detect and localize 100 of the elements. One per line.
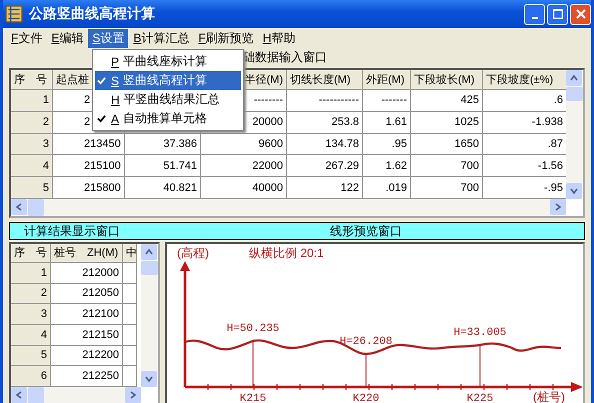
scrollbar-thumb[interactable]: [566, 87, 583, 101]
table-cell: 20000: [252, 116, 283, 128]
table-cell: 51.741: [163, 160, 197, 172]
table-cell: -1.938: [532, 116, 563, 128]
elevation-label: H=26.208: [340, 336, 392, 348]
minimize-icon: [532, 17, 538, 19]
table-cell: 2: [84, 94, 90, 106]
table-cell: 1.61: [386, 116, 407, 128]
horizontal-scrollbar[interactable]: [11, 199, 566, 216]
column-header: 序 号: [14, 72, 47, 87]
table-cell: 1.62: [386, 160, 407, 172]
menu-option[interactable]: H 平竖曲线结果汇总: [95, 90, 241, 109]
column-header: 下段坡长(M): [414, 72, 474, 87]
vertical-scrollbar[interactable]: [566, 70, 583, 199]
table-cell: 5: [40, 349, 47, 362]
table-cell: 37.386: [163, 138, 197, 150]
horizontal-scrollbar[interactable]: [11, 387, 141, 403]
table-cell: -------: [381, 94, 407, 106]
scroll-up-icon[interactable]: [141, 244, 157, 260]
leader-line: [252, 340, 254, 388]
table-cell: 212250: [82, 370, 119, 382]
panel-title: 线形预览窗口: [330, 222, 402, 240]
column-header: 外距(M): [366, 72, 404, 87]
table-cell: .95: [392, 138, 407, 150]
scroll-left-icon[interactable]: [11, 387, 27, 403]
station-label: K220: [352, 393, 380, 403]
table-cell: 212000: [82, 266, 119, 279]
column-header: 切线长度(M): [290, 72, 350, 87]
menu-item[interactable]: F刷新预览: [194, 28, 258, 48]
minimize-button[interactable]: [524, 4, 545, 24]
table-cell: 6: [40, 370, 47, 382]
vertical-scrollbar[interactable]: [141, 244, 158, 387]
column-header: 序 号: [14, 246, 47, 260]
table-cell: 700: [460, 160, 479, 172]
scroll-right-icon[interactable]: [125, 387, 141, 403]
table-cell: 40.821: [163, 182, 197, 194]
table-cell: 2: [42, 116, 49, 128]
column-header: 下段坡度(±%): [486, 72, 554, 87]
table-cell: 212150: [82, 328, 119, 341]
menu-item[interactable]: E编辑: [47, 28, 88, 48]
table-cell: 4: [40, 328, 47, 341]
table-cell: 2: [40, 287, 47, 300]
panel-title: 础数据输入窗口: [243, 48, 327, 66]
table-cell: 700: [460, 182, 479, 194]
table-cell: 267.29: [325, 160, 359, 172]
menu-item[interactable]: H帮助: [258, 28, 300, 48]
scrollbar-thumb[interactable]: [28, 387, 44, 403]
scroll-right-icon[interactable]: [550, 199, 566, 215]
scroll-down-icon[interactable]: [566, 183, 582, 199]
scroll-down-icon[interactable]: [141, 371, 157, 387]
scrollbar-thumb[interactable]: [28, 199, 44, 216]
table-cell: 212100: [82, 308, 119, 320]
table-cell: 215800: [84, 182, 121, 194]
scroll-up-icon[interactable]: [566, 70, 582, 86]
table-cell: 425: [460, 94, 479, 106]
scale-label: 纵横比例 20:1: [249, 246, 324, 260]
table-cell: 134.78: [325, 138, 359, 150]
table-cell: .019: [386, 182, 407, 194]
menu-item[interactable]: F文件: [7, 28, 46, 48]
column-header: 半径(M): [244, 72, 283, 87]
table-cell: 1: [40, 266, 47, 279]
maximize-icon: [552, 9, 562, 19]
column-header: 桩号 ZH(M): [54, 246, 118, 260]
table-cell: 3: [42, 138, 49, 150]
maximize-button[interactable]: [547, 4, 568, 24]
menu-item[interactable]: B计算汇总: [129, 28, 194, 48]
column-header: 中: [126, 246, 136, 260]
menu-option[interactable]: P 平曲线座标计算: [95, 52, 241, 71]
column-header: 起点桩: [56, 72, 89, 87]
panel-title: 计算结果显示窗口: [23, 222, 121, 240]
menu-option[interactable]: S 竖曲线高程计算: [95, 71, 241, 90]
close-button[interactable]: [570, 4, 591, 24]
window-title: 公路竖曲线高程计算: [29, 5, 156, 23]
table-cell: 40000: [252, 182, 283, 194]
table-cell: 3: [40, 308, 47, 320]
table-cell: -.95: [544, 182, 563, 194]
table-cell: .6: [554, 94, 563, 106]
table-cell: 1: [42, 94, 49, 106]
axis-label: (高程): [177, 246, 209, 260]
table-cell: 4: [42, 160, 49, 172]
table-cell: 9600: [258, 138, 283, 150]
station-label: K225: [466, 393, 494, 403]
table-cell: 253.8: [331, 116, 359, 128]
table-cell: 213450: [84, 138, 121, 150]
scrollbar-thumb[interactable]: [141, 261, 158, 275]
scroll-left-icon[interactable]: [11, 199, 27, 215]
table-cell: 215100: [84, 160, 121, 172]
table-cell: 1025: [454, 116, 479, 128]
table-cell: 22000: [252, 160, 283, 172]
table-cell: 212200: [82, 349, 119, 362]
elevation-label: H=50.235: [226, 323, 280, 335]
menu-item[interactable]: S设置: [88, 28, 128, 48]
table-cell: -1.56: [538, 160, 563, 172]
table-cell: .87: [548, 138, 563, 150]
close-icon: [576, 9, 586, 19]
table-cell: 212050: [82, 287, 119, 300]
table-cell: 1650: [454, 138, 479, 150]
table-cell: --------: [254, 94, 283, 106]
menu-option[interactable]: A 自动推算单元格: [95, 109, 241, 128]
table-cell: 5: [42, 182, 49, 194]
